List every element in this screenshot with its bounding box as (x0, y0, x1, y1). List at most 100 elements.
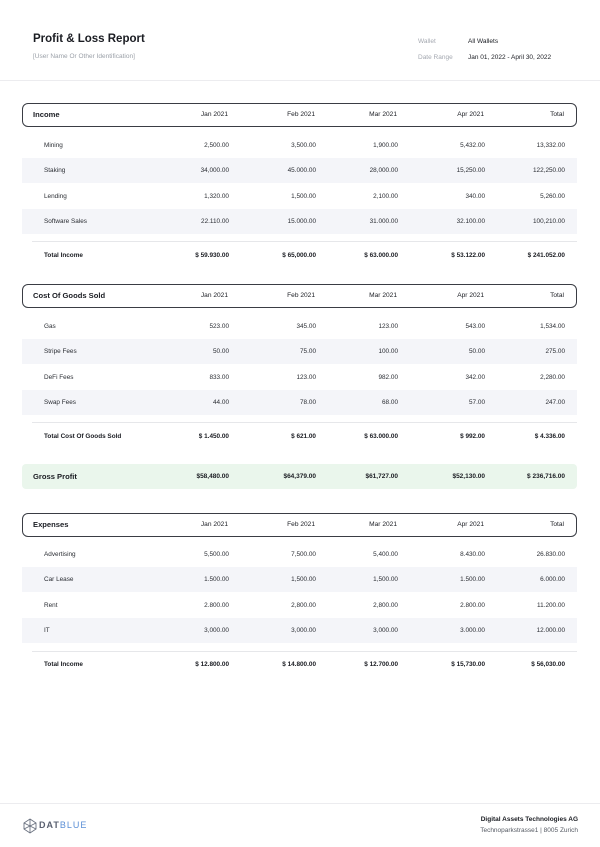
total-apr: $ 15,730.00 (451, 661, 485, 668)
column-mar: Mar 2021 (369, 292, 397, 299)
gross-apr: $52,130.00 (452, 472, 485, 480)
gross-total: $ 236,716.00 (527, 472, 565, 480)
cell-jan: 523.00 (209, 323, 229, 330)
row-label: Stripe Fees (44, 348, 77, 355)
table-row: Mining 2,500.00 3,500.00 1,900.00 5,432.… (22, 133, 577, 158)
total-label: Total Income (44, 661, 83, 668)
cell-feb: 78.00 (300, 399, 316, 406)
cell-total: 100,210.00 (533, 218, 565, 225)
dat-blue-logo-icon (23, 818, 37, 834)
wallet-label: Wallet (418, 38, 436, 45)
cell-feb: 2,800.00 (291, 602, 316, 609)
cell-apr: 543.00 (465, 323, 485, 330)
column-apr: Apr 2021 (457, 292, 484, 299)
cell-apr: 50.00 (469, 348, 485, 355)
cell-jan: 22.110.00 (201, 218, 229, 225)
cell-jan: 3,000.00 (204, 627, 229, 634)
cell-total: 1,534.00 (540, 323, 565, 330)
cell-mar: 123.00 (378, 323, 398, 330)
table-row: Software Sales 22.110.00 15.000.00 31.00… (22, 209, 577, 234)
company-address: Technoparkstrasse1 | 8005 Zurich (480, 827, 578, 834)
footer-divider (0, 803, 600, 804)
column-jan: Jan 2021 (200, 111, 228, 118)
logo-blue: BLUE (59, 820, 88, 830)
cell-total: 5,260.00 (540, 193, 565, 200)
total-row: Total Cost Of Goods Sold $ 1.450.00 $ 62… (22, 428, 577, 446)
header-divider (0, 80, 600, 81)
cogs-header: Cost Of Goods Sold Jan 2021 Feb 2021 Mar… (22, 284, 577, 308)
cell-mar: 2,800.00 (373, 602, 398, 609)
cell-mar: 3,000.00 (373, 627, 398, 634)
total-mar: $ 63.000.00 (364, 252, 398, 259)
total-divider (32, 422, 577, 423)
total-mar: $ 12.700.00 (364, 661, 398, 668)
column-feb: Feb 2021 (287, 111, 315, 118)
column-jan: Jan 2021 (200, 521, 228, 528)
cell-feb: 345.00 (296, 323, 316, 330)
cell-total: 13,332.00 (536, 142, 565, 149)
cell-feb: 123.00 (296, 374, 316, 381)
total-label: Total Cost Of Goods Sold (44, 433, 122, 440)
date-range-label: Date Range (418, 54, 453, 61)
table-row: Swap Fees 44.00 78.00 68.00 57.00 247.00 (22, 390, 577, 415)
cell-jan: 2.800.00 (204, 602, 229, 609)
total-feb: $ 65,000.00 (282, 252, 316, 259)
cell-total: 6.000.00 (540, 576, 565, 583)
cell-feb: 45.000.00 (287, 167, 316, 174)
cell-jan: 2,500.00 (204, 142, 229, 149)
cell-mar: 2,100.00 (373, 193, 398, 200)
cell-total: 12.000.00 (536, 627, 565, 634)
total-apr: $ 992.00 (460, 433, 485, 440)
table-row: Advertising 5,500.00 7,500.00 5,400.00 8… (22, 542, 577, 567)
total-row: Total Income $ 59.930.00 $ 65,000.00 $ 6… (22, 247, 577, 265)
row-label: Rent (44, 602, 58, 609)
gross-mar: $61,727.00 (365, 472, 398, 480)
cell-apr: 340.00 (465, 193, 485, 200)
cell-feb: 75.00 (300, 348, 316, 355)
table-row: Lending 1,320.00 1,500.00 2,100.00 340.0… (22, 184, 577, 209)
total-mar: $ 63.000.00 (364, 433, 398, 440)
cell-jan: 833.00 (209, 374, 229, 381)
row-label: Software Sales (44, 218, 87, 225)
cell-apr: 15,250.00 (456, 167, 485, 174)
cell-jan: 34,000.00 (200, 167, 229, 174)
table-row: IT 3,000.00 3,000.00 3,000.00 3.000.00 1… (22, 618, 577, 643)
total-total: $ 56,030.00 (531, 661, 565, 668)
cogs-title: Cost Of Goods Sold (33, 291, 106, 300)
cell-apr: 32.100.00 (456, 218, 485, 225)
table-row: Gas 523.00 345.00 123.00 543.00 1,534.00 (22, 314, 577, 339)
cell-apr: 5,432.00 (460, 142, 485, 149)
cell-apr: 8.430.00 (460, 551, 485, 558)
column-feb: Feb 2021 (287, 292, 315, 299)
row-label: Mining (44, 142, 63, 149)
column-total: Total (550, 521, 564, 528)
row-label: Staking (44, 167, 66, 174)
total-divider (32, 651, 577, 652)
cell-apr: 3.000.00 (460, 627, 485, 634)
gross-profit-row: Gross Profit $58,480.00 $64,379.00 $61,7… (22, 464, 577, 489)
cell-jan: 5,500.00 (204, 551, 229, 558)
total-feb: $ 14.800.00 (282, 661, 316, 668)
total-row: Total Income $ 12.800.00 $ 14.800.00 $ 1… (22, 656, 577, 674)
cell-mar: 1,900.00 (373, 142, 398, 149)
total-apr: $ 53.122.00 (451, 252, 485, 259)
logo-dat: DAT (39, 820, 60, 830)
expenses-header: Expenses Jan 2021 Feb 2021 Mar 2021 Apr … (22, 513, 577, 537)
row-label: Swap Fees (44, 399, 76, 406)
column-total: Total (550, 292, 564, 299)
row-label: DeFi Fees (44, 374, 74, 381)
cell-apr: 2.800.00 (460, 602, 485, 609)
cell-mar: 68.00 (382, 399, 398, 406)
income-title: Income (33, 110, 60, 119)
cell-total: 275.00 (545, 348, 565, 355)
table-row: Staking 34,000.00 45.000.00 28,000.00 15… (22, 158, 577, 183)
row-label: Lending (44, 193, 67, 200)
table-row: DeFi Fees 833.00 123.00 982.00 342.00 2,… (22, 365, 577, 390)
income-header: Income Jan 2021 Feb 2021 Mar 2021 Apr 20… (22, 103, 577, 127)
column-jan: Jan 2021 (200, 292, 228, 299)
gross-profit-label: Gross Profit (33, 472, 77, 481)
row-label: Gas (44, 323, 56, 330)
cell-jan: 1,320.00 (204, 193, 229, 200)
cell-apr: 342.00 (465, 374, 485, 381)
page-title: Profit & Loss Report (33, 33, 145, 45)
